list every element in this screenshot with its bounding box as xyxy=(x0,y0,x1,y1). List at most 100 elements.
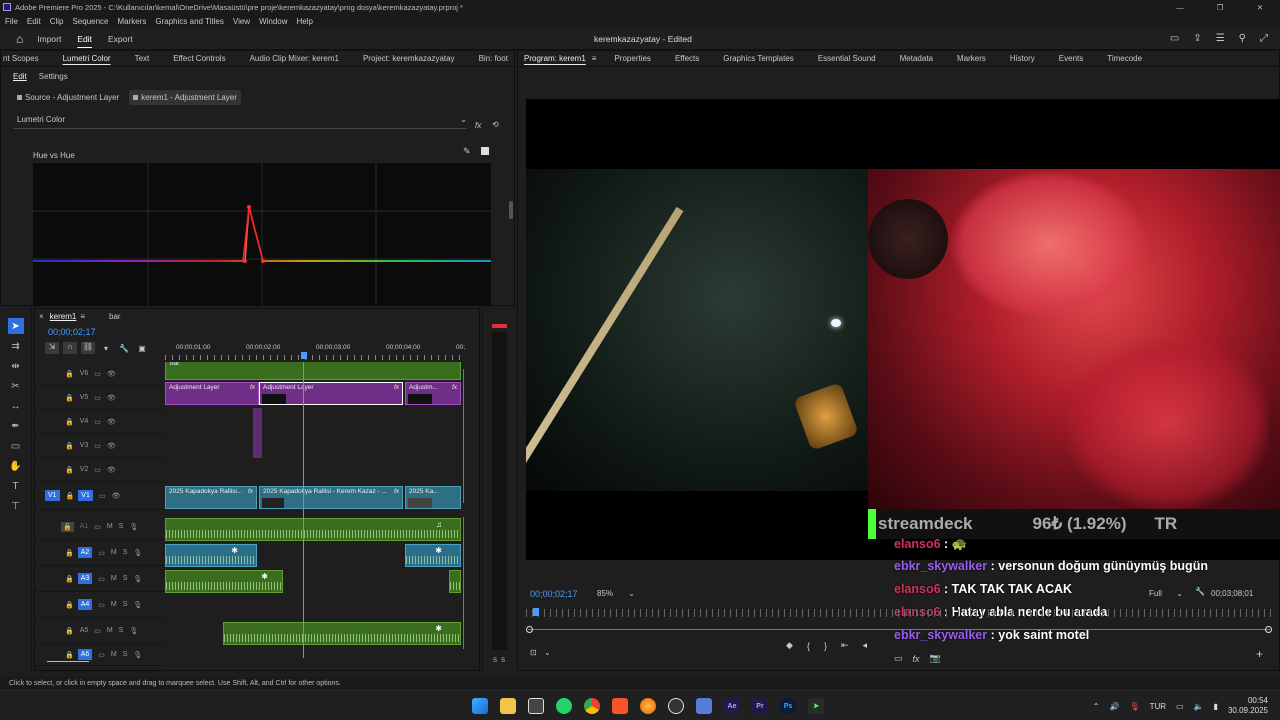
audio-clip-a3-1[interactable]: ✱ xyxy=(165,570,283,593)
track-a3[interactable]: 🔒 A3 ▭ M S 🎙 xyxy=(35,566,165,592)
audio-clip-a3-2[interactable] xyxy=(449,570,461,593)
sync-icon[interactable]: ▭ xyxy=(99,492,106,500)
photoshop-icon[interactable]: Ps xyxy=(780,698,796,714)
tab-graphics-templates[interactable]: Graphics Templates xyxy=(723,54,794,63)
mute-button[interactable]: M xyxy=(111,549,117,556)
sync-icon[interactable]: ▭ xyxy=(94,466,101,474)
clip-bar[interactable]: bar xyxy=(165,362,461,380)
menu-help[interactable]: Help xyxy=(297,17,313,26)
lock-icon[interactable]: 🔒 xyxy=(65,394,74,402)
brave-icon[interactable] xyxy=(612,698,628,714)
captions-icon[interactable]: ▣ xyxy=(135,344,149,353)
language-indicator[interactable]: TUR xyxy=(1150,702,1166,711)
tab-events[interactable]: Events xyxy=(1059,54,1083,63)
lock-icon[interactable]: 🔒 xyxy=(66,492,75,500)
mark-out-icon[interactable]: } xyxy=(824,641,827,651)
microphone-icon[interactable]: 🎙 xyxy=(1129,702,1139,711)
mic-icon[interactable]: 🎙 xyxy=(129,627,138,635)
timeline-tab-bar[interactable]: bar xyxy=(109,312,121,321)
nest-icon[interactable]: ⇲ xyxy=(45,342,59,354)
razor-icon[interactable]: ✂ xyxy=(8,378,24,394)
clip-adjustment-3[interactable]: Adjustm... fx xyxy=(405,382,461,405)
selection-tool-icon[interactable]: ➤ xyxy=(7,318,24,334)
target-clip-selector[interactable]: kerem1 - Adjustment Layer xyxy=(129,89,241,105)
add-marker-icon[interactable]: ▾ xyxy=(99,344,113,353)
tray-chevron-icon[interactable]: ⌃ xyxy=(1093,702,1100,711)
tab-effects[interactable]: Effects xyxy=(675,54,699,63)
menu-edit[interactable]: Edit xyxy=(27,17,41,26)
fx-icon[interactable]: fx xyxy=(475,121,481,130)
clip-v1-3[interactable]: 2025 Ka... xyxy=(405,486,461,509)
fit-icon[interactable]: ⊡ xyxy=(530,648,537,657)
audio-clip-a1[interactable]: ♫ xyxy=(165,518,461,541)
quality-select[interactable]: Full ⌄ xyxy=(1146,586,1186,600)
audio-clip-a2-2[interactable]: ✱ xyxy=(405,544,461,567)
task-view-icon[interactable] xyxy=(528,698,544,714)
sync-icon[interactable]: ▭ xyxy=(98,651,105,659)
add-button-icon[interactable]: + xyxy=(1256,647,1263,661)
network-icon[interactable]: ▭ xyxy=(1176,702,1184,711)
source-patch-v1[interactable]: V1 xyxy=(45,490,60,501)
mic-icon[interactable]: 🎙 xyxy=(133,601,142,609)
audio-clip-a2-1[interactable]: ✱ xyxy=(165,544,257,567)
camera-icon[interactable]: 📷 xyxy=(930,653,941,664)
vertical-zoom-audio[interactable] xyxy=(463,517,469,649)
program-timecode[interactable]: 00;00;02;17 xyxy=(530,589,578,599)
tab-bin[interactable]: Bin: foot xyxy=(479,54,508,63)
menu-lines-icon[interactable]: ☰ xyxy=(1216,33,1225,44)
lock-icon[interactable]: 🔒 xyxy=(65,549,74,557)
horizontal-zoom-bar[interactable] xyxy=(47,661,89,667)
track-v2[interactable]: 🔒 V2 ▭ 👁 xyxy=(35,458,165,482)
minimize-icon[interactable]: — xyxy=(1160,3,1200,12)
mute-button[interactable]: M xyxy=(107,627,113,634)
nav-import[interactable]: Import xyxy=(37,34,61,44)
mic-icon[interactable]: 🎙 xyxy=(133,549,142,557)
lock-icon[interactable]: 🔒 xyxy=(65,418,74,426)
speaker-icon[interactable]: 🔈 xyxy=(1194,702,1204,711)
rectangle-icon[interactable]: ▭ xyxy=(8,438,24,454)
clock[interactable]: 00:54 30.09.2025 xyxy=(1228,696,1268,716)
tab-essential-sound[interactable]: Essential Sound xyxy=(818,54,876,63)
reset-icon[interactable]: ⟲ xyxy=(492,120,499,129)
fullscreen-icon[interactable]: ⤢ xyxy=(1260,33,1268,44)
lock-icon[interactable]: 🔒 xyxy=(65,627,74,635)
close-tab-icon[interactable]: × xyxy=(39,312,44,321)
chevron-down-icon[interactable]: ⌄ xyxy=(460,115,467,124)
meter-solo-right[interactable]: S xyxy=(501,658,505,664)
eye-icon[interactable]: 👁 xyxy=(107,442,116,450)
pen-icon[interactable]: ✒ xyxy=(8,418,24,434)
settings-wrench-icon[interactable]: 🔧 xyxy=(1195,587,1205,596)
fx-toggle-icon[interactable]: fx xyxy=(913,654,920,664)
sync-icon[interactable]: ▭ xyxy=(94,418,101,426)
menu-window[interactable]: Window xyxy=(259,17,287,26)
maximize-icon[interactable]: ❐ xyxy=(1200,3,1240,12)
go-to-in-icon[interactable]: ⇤ xyxy=(841,640,849,651)
program-scrubber[interactable] xyxy=(526,609,1271,617)
lock-icon[interactable]: 🔒 xyxy=(65,651,74,659)
tab-project[interactable]: Project: keremkazazyatay xyxy=(363,54,455,63)
track-v4[interactable]: 🔒 V4 ▭ 👁 xyxy=(35,410,165,434)
scrollbar[interactable] xyxy=(509,201,513,219)
subtab-edit[interactable]: Edit xyxy=(13,72,27,81)
source-clip-selector[interactable]: Source - Adjustment Layer xyxy=(13,90,123,105)
scroll-handle-right[interactable] xyxy=(1265,626,1272,633)
mic-icon[interactable]: 🎙 xyxy=(129,523,138,531)
solo-button[interactable]: S xyxy=(123,549,128,556)
clip-adjustment-1[interactable]: Adjustment Layer fx xyxy=(165,382,259,405)
track-v6[interactable]: 🔒 V6 ▭ 👁 xyxy=(35,362,165,386)
video-frame[interactable]: streamdeck 96₺ (1.92%) TR xyxy=(526,99,1280,560)
mute-button[interactable]: M xyxy=(111,601,117,608)
sync-icon[interactable]: ▭ xyxy=(98,601,105,609)
sync-icon[interactable]: ▭ xyxy=(94,394,101,402)
solo-button[interactable]: S xyxy=(123,575,128,582)
nav-edit[interactable]: Edit xyxy=(77,34,92,44)
timeline-tracks[interactable]: bar Adjustment Layer fx Adjustment Layer f… xyxy=(165,362,461,658)
sync-icon[interactable]: ▭ xyxy=(94,627,101,635)
enable-checkbox[interactable] xyxy=(481,147,489,155)
slip-icon[interactable]: ↔ xyxy=(8,398,24,414)
meter-solo-left[interactable]: S xyxy=(493,658,497,664)
add-marker-icon[interactable]: ◆ xyxy=(786,640,793,651)
audio-clip-a5[interactable]: ✱ xyxy=(223,622,461,645)
mic-icon[interactable]: 🎙 xyxy=(133,651,142,659)
scrubber-playhead-icon[interactable] xyxy=(533,608,539,616)
